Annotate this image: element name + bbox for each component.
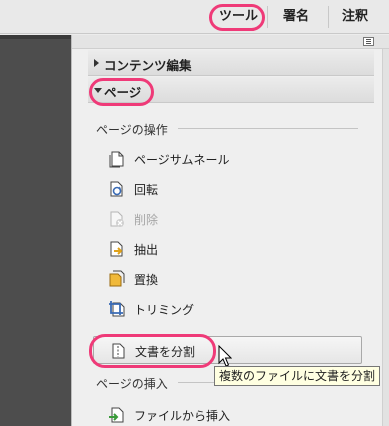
delete-page-icon [110,211,124,227]
rotate-icon [110,181,123,197]
item-label: 文書を分割 [135,345,196,359]
item-rotate[interactable]: 回転 [96,176,366,202]
crop-icon [109,301,125,317]
insert-from-file-icon [109,407,124,423]
panel-scrollbar[interactable] [382,49,389,426]
section-content-editing[interactable]: コンテンツ編集 [88,50,374,76]
group-title-page-insert: ページの挿入 [96,377,168,391]
item-label: ファイルから挿入 [134,409,231,423]
page-thumbnail-icon [109,151,124,168]
section-label: コンテンツ編集 [104,58,192,73]
item-delete[interactable]: 削除 [96,206,366,232]
section-pages[interactable]: ページ [88,77,374,103]
extract-icon [110,241,123,257]
document-area [0,35,71,426]
expand-arrow-icon [94,59,99,67]
item-insert-from-file[interactable]: ファイルから挿入 [96,402,366,426]
tooltip: 複数のファイルに文書を分割 [214,366,381,386]
item-label: 回転 [134,183,159,197]
item-extract[interactable]: 抽出 [96,236,366,262]
item-label: トリミング [134,303,195,317]
top-toolbar: ツール 署名 注釈 [0,0,389,34]
split-document-icon [112,343,125,359]
item-page-thumbnails[interactable]: ページサムネール [96,146,366,172]
item-label: 抽出 [134,243,159,257]
divider [178,128,358,129]
item-label: 置換 [134,273,159,287]
item-replace[interactable]: 置換 [96,266,366,292]
item-label: ページサムネール [134,153,230,167]
section-label: ページ [104,85,142,100]
toolbar-divider [328,6,329,28]
tab-tools[interactable]: ツール [219,7,258,27]
mouse-pointer-icon [218,345,232,367]
item-label: 削除 [134,213,159,227]
panel-options-icon[interactable] [363,37,374,46]
panel-header-strip [72,35,389,49]
replace-icon [109,270,125,287]
tab-comment[interactable]: 注釈 [342,7,368,27]
toolbar-divider [267,6,268,28]
group-title-page-operations: ページの操作 [96,123,168,137]
item-crop[interactable]: トリミング [96,296,366,322]
tab-sign[interactable]: 署名 [283,7,309,27]
collapse-arrow-icon [94,88,102,93]
